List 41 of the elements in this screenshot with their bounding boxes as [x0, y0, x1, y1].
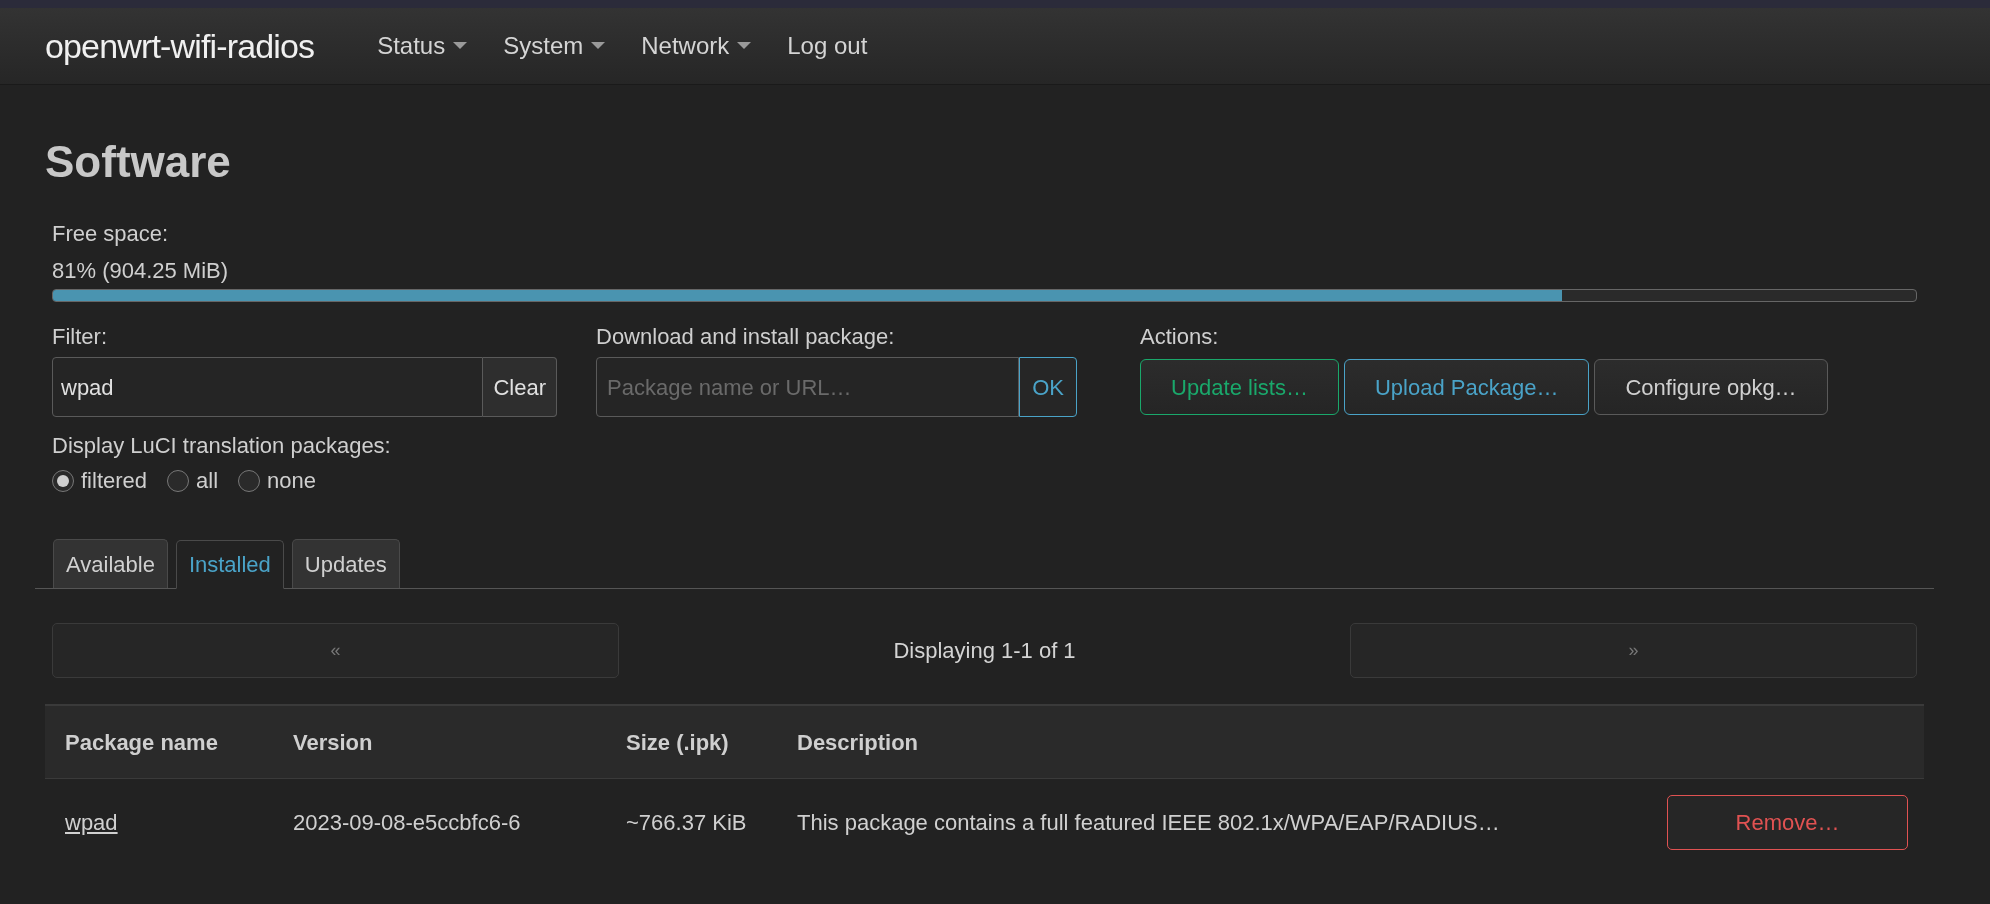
caret-icon — [591, 42, 606, 50]
action-button[interactable]: Update lists… — [1140, 359, 1339, 415]
action-button[interactable]: Upload Package… — [1343, 359, 1590, 415]
radio-button[interactable] — [167, 469, 190, 492]
description-cell-text: This package contains a full featured IEEE 802.1x/WPA/EAP/RADIUS… — [796, 809, 1501, 837]
radio-button[interactable] — [52, 469, 74, 492]
free-space-label: Free space: — [52, 220, 170, 248]
nav-menu-item[interactable]: System — [485, 28, 624, 64]
size-cell-text: ~766.37 KiB — [625, 809, 748, 837]
caret-icon — [737, 42, 752, 50]
translation-label: Display LuCI translation packages: — [52, 432, 392, 460]
brand-title[interactable]: openwrt-wifi-radios — [45, 20, 315, 72]
radio-label: filtered — [81, 467, 148, 495]
filter-field[interactable]: wpad — [52, 357, 484, 417]
nav-menu-item[interactable]: Status — [359, 28, 486, 64]
remove-button[interactable]: Remove… — [1667, 795, 1908, 850]
column-header: Size (.ipk) — [625, 728, 730, 757]
column-header: Package name — [64, 728, 219, 757]
radio-button[interactable] — [238, 469, 261, 492]
page-title: Software — [45, 136, 232, 188]
radio-label: all — [196, 467, 219, 495]
download-label: Download and install package: — [596, 323, 896, 351]
pagination-status: Displaying 1-1 of 1 — [892, 637, 1077, 665]
free-space-reading: 81% (904.25 MiB) — [52, 257, 230, 285]
tab[interactable]: Updates — [291, 539, 400, 588]
filter-label: Filter: — [52, 323, 108, 351]
caret-icon — [453, 42, 468, 50]
column-header: Version — [292, 728, 374, 757]
version-cell-text: 2023-09-08-e5ccbfc6-6 — [292, 809, 522, 837]
ok-button[interactable]: OK — [1019, 357, 1077, 417]
package-url-field[interactable]: Package name or URL… — [596, 357, 1020, 417]
clear-button[interactable]: Clear — [483, 357, 557, 417]
package-name-link[interactable]: wpad — [45, 806, 289, 839]
actions-label: Actions: — [1140, 323, 1220, 351]
nav-menu-item[interactable]: Network — [623, 28, 770, 64]
tab[interactable]: Installed — [175, 540, 284, 589]
tab[interactable]: Available — [53, 539, 168, 588]
nav-menu-item[interactable]: Log out — [769, 28, 886, 64]
column-header: Description — [796, 728, 919, 757]
radio-label: none — [267, 467, 316, 495]
action-button[interactable]: Configure opkg… — [1594, 359, 1828, 415]
